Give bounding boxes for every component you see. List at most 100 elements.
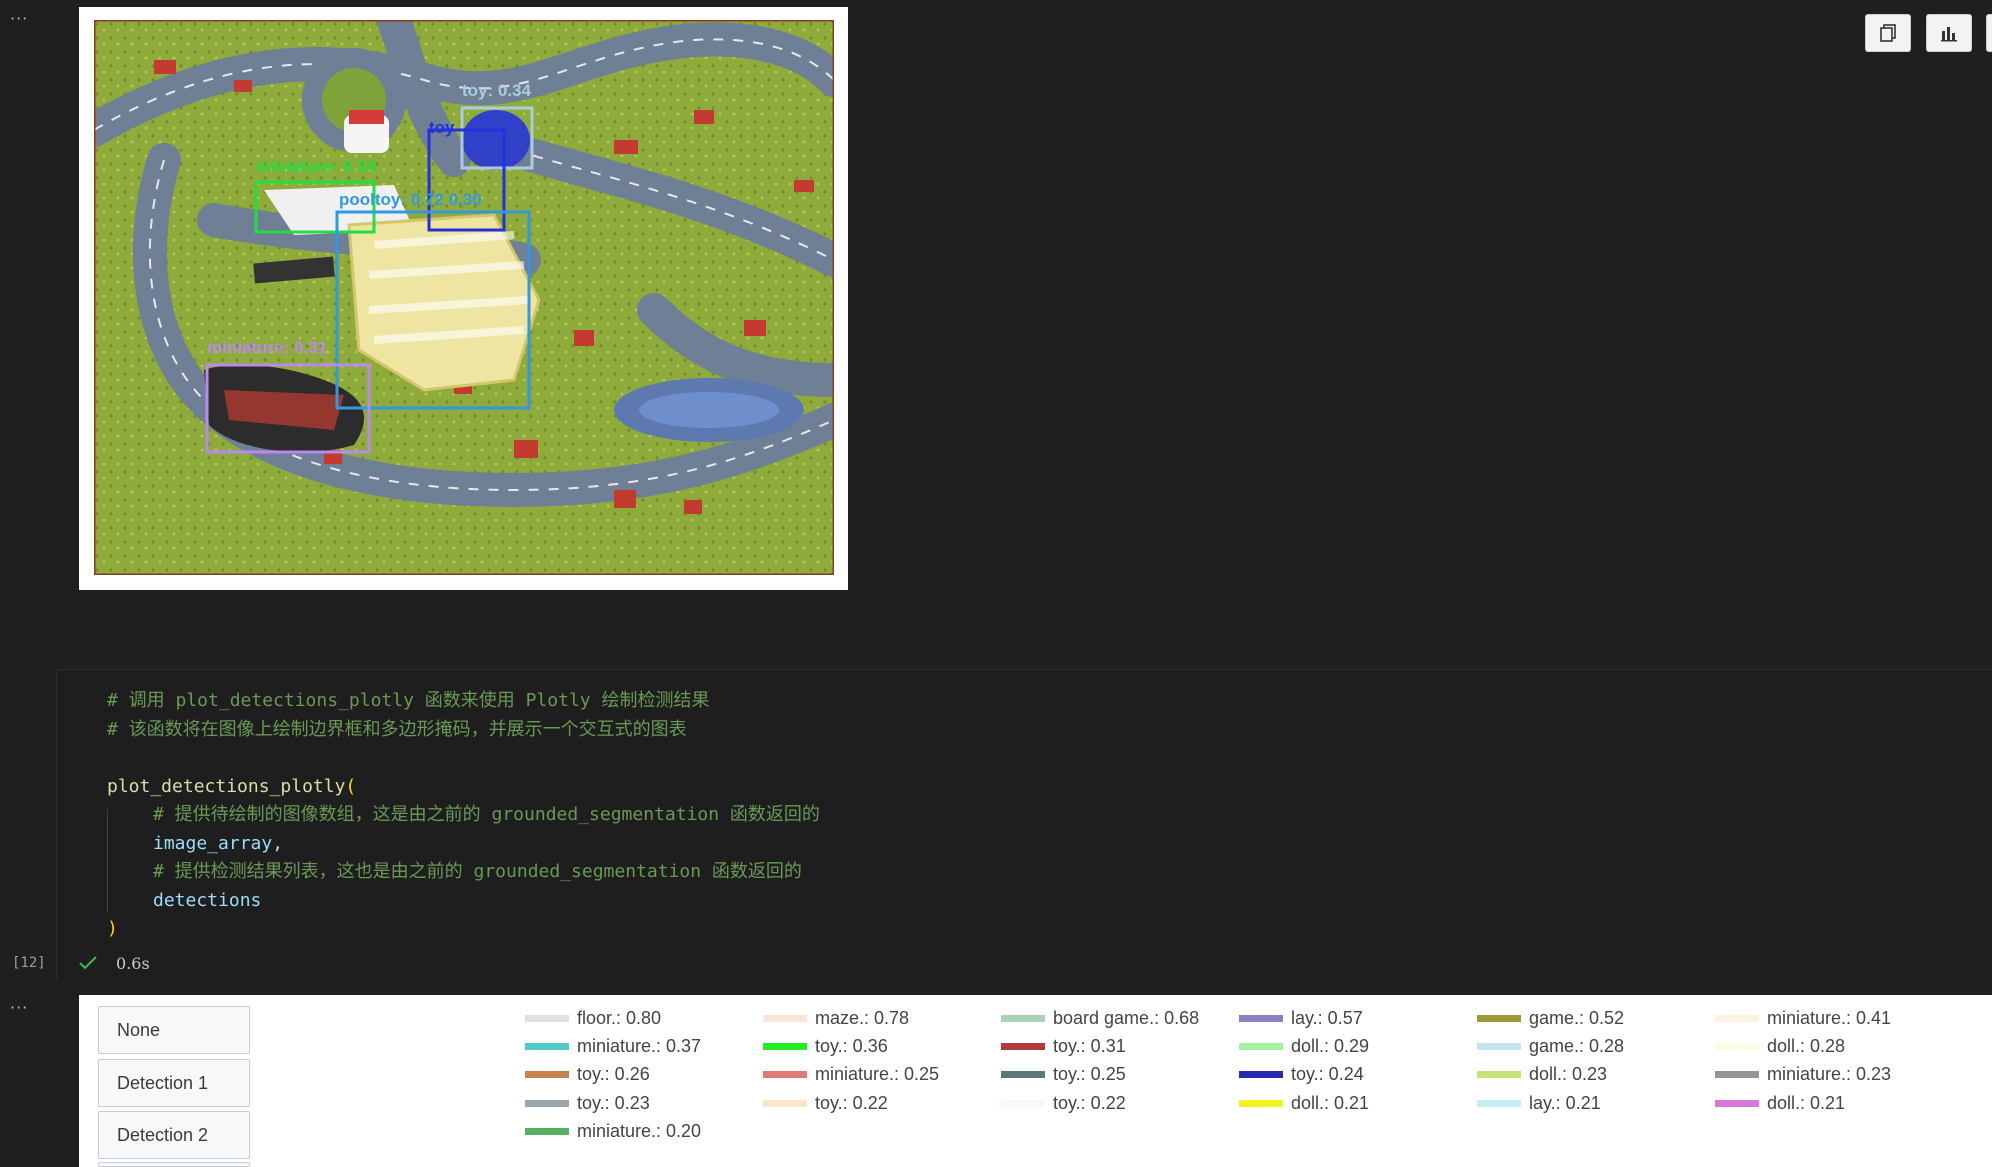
legend-swatch bbox=[763, 1099, 807, 1107]
legend-item[interactable]: miniature.: 0.41 bbox=[1715, 1007, 1891, 1029]
legend-label: toy.: 0.24 bbox=[1291, 1063, 1364, 1084]
arg-detections: detections bbox=[153, 890, 262, 911]
legend-label: doll.: 0.21 bbox=[1767, 1092, 1846, 1113]
svg-text:miniature: 0.31: miniature: 0.31 bbox=[207, 338, 327, 357]
svg-text:miniature: 0.34: miniature: 0.34 bbox=[256, 157, 377, 176]
legend-item[interactable]: doll.: 0.23 bbox=[1477, 1063, 1607, 1085]
svg-text:pooltoy: 0.72 0.30: pooltoy: 0.72 0.30 bbox=[339, 190, 482, 209]
legend-item[interactable]: miniature.: 0.20 bbox=[525, 1120, 701, 1142]
legend-label: board game.: 0.68 bbox=[1053, 1007, 1200, 1028]
legend-label: toy.: 0.31 bbox=[1053, 1035, 1126, 1056]
legend-item[interactable]: game.: 0.52 bbox=[1477, 1007, 1624, 1029]
chart-output-button[interactable] bbox=[1926, 14, 1972, 52]
legend-label: lay.: 0.21 bbox=[1529, 1092, 1601, 1113]
legend-label: miniature.: 0.25 bbox=[815, 1063, 940, 1084]
legend-swatch bbox=[1477, 1099, 1521, 1107]
legend-item[interactable]: toy.: 0.22 bbox=[763, 1092, 888, 1114]
detection-result-image: miniature: 0.34 toy: 0.34 toy miniature:… bbox=[94, 20, 834, 575]
legend-label: doll.: 0.29 bbox=[1291, 1035, 1370, 1056]
legend-swatch bbox=[763, 1042, 807, 1050]
legend-label: miniature.: 0.37 bbox=[577, 1035, 702, 1056]
legend-swatch bbox=[1001, 1070, 1045, 1078]
legend-item[interactable]: toy.: 0.23 bbox=[525, 1092, 650, 1114]
open-paren: ( bbox=[345, 776, 357, 797]
code-arg-line: image_array, bbox=[153, 832, 283, 856]
legend-swatch bbox=[1477, 1042, 1521, 1050]
legend-swatch bbox=[1239, 1099, 1283, 1107]
execution-time: 0.6s bbox=[116, 954, 150, 973]
legend-swatch bbox=[763, 1070, 807, 1078]
legend-swatch bbox=[1239, 1014, 1283, 1022]
legend-item[interactable]: doll.: 0.29 bbox=[1239, 1035, 1369, 1057]
legend-label: toy.: 0.36 bbox=[815, 1035, 888, 1056]
legend-item[interactable]: doll.: 0.21 bbox=[1239, 1092, 1369, 1114]
legend-item[interactable]: board game.: 0.68 bbox=[1001, 1007, 1199, 1029]
legend-swatch bbox=[1239, 1042, 1283, 1050]
plot-button-partial[interactable] bbox=[98, 1162, 250, 1167]
legend-item[interactable]: miniature.: 0.37 bbox=[525, 1035, 701, 1057]
legend-swatch bbox=[1001, 1099, 1045, 1107]
legend-swatch bbox=[525, 1099, 569, 1107]
comma: , bbox=[272, 833, 284, 854]
legend-label: doll.: 0.28 bbox=[1767, 1035, 1846, 1056]
legend-label: toy.: 0.26 bbox=[577, 1063, 650, 1084]
chart-icon bbox=[1941, 27, 1957, 42]
legend-swatch bbox=[1715, 1014, 1759, 1022]
legend-label: toy.: 0.22 bbox=[815, 1092, 888, 1113]
legend-swatch bbox=[525, 1042, 569, 1050]
legend-swatch bbox=[1715, 1042, 1759, 1050]
function-name: plot_detections_plotly bbox=[107, 776, 346, 797]
legend-label: miniature.: 0.41 bbox=[1767, 1007, 1892, 1028]
legend-label: toy.: 0.25 bbox=[1053, 1063, 1126, 1084]
check-icon bbox=[79, 956, 97, 970]
legend-item[interactable]: toy.: 0.26 bbox=[525, 1063, 650, 1085]
legend-item[interactable]: floor.: 0.80 bbox=[525, 1007, 661, 1029]
legend-label: maze.: 0.78 bbox=[815, 1007, 910, 1028]
close-paren: ) bbox=[107, 918, 118, 939]
legend-label: lay.: 0.57 bbox=[1291, 1007, 1363, 1028]
legend-swatch bbox=[525, 1014, 569, 1022]
indent-guide bbox=[107, 809, 108, 912]
legend-label: game.: 0.52 bbox=[1529, 1007, 1625, 1028]
code-arg-line: detections bbox=[153, 889, 261, 913]
legend-item[interactable]: miniature.: 0.25 bbox=[763, 1063, 939, 1085]
plot-button-detection-2[interactable]: Detection 2 bbox=[98, 1111, 250, 1159]
legend-item[interactable]: toy.: 0.22 bbox=[1001, 1092, 1126, 1114]
legend-swatch bbox=[525, 1127, 569, 1135]
legend-item[interactable]: lay.: 0.57 bbox=[1239, 1007, 1363, 1029]
legend-item[interactable]: toy.: 0.25 bbox=[1001, 1063, 1126, 1085]
legend-label: doll.: 0.23 bbox=[1529, 1063, 1608, 1084]
cell-more-icon[interactable]: ··· bbox=[10, 1000, 34, 1016]
legend-swatch bbox=[1239, 1070, 1283, 1078]
legend-swatch bbox=[1001, 1042, 1045, 1050]
legend-label: miniature.: 0.20 bbox=[577, 1120, 702, 1141]
legend-label: toy.: 0.22 bbox=[1053, 1092, 1126, 1113]
code-comment-line: # 提供检测结果列表，这也是由之前的 grounded_segmentation… bbox=[153, 861, 802, 882]
copy-icon bbox=[1880, 24, 1896, 42]
legend-item[interactable]: toy.: 0.31 bbox=[1001, 1035, 1126, 1057]
legend-item[interactable]: game.: 0.28 bbox=[1477, 1035, 1624, 1057]
legend-item[interactable]: doll.: 0.28 bbox=[1715, 1035, 1845, 1057]
code-comment-line: # 该函数将在图像上绘制边界框和多边形掩码，并展示一个交互式的图表 bbox=[107, 719, 687, 740]
legend-label: floor.: 0.80 bbox=[577, 1007, 662, 1028]
code-comment-line: # 提供待绘制的图像数组，这是由之前的 grounded_segmentatio… bbox=[153, 804, 820, 825]
legend-swatch bbox=[1001, 1014, 1045, 1022]
legend-swatch bbox=[1477, 1070, 1521, 1078]
legend-item[interactable]: toy.: 0.24 bbox=[1239, 1063, 1364, 1085]
copy-output-button[interactable] bbox=[1865, 14, 1911, 52]
more-output-button[interactable] bbox=[1986, 14, 1992, 52]
legend-swatch bbox=[763, 1014, 807, 1022]
legend-item[interactable]: miniature.: 0.23 bbox=[1715, 1063, 1891, 1085]
legend-label: game.: 0.28 bbox=[1529, 1035, 1625, 1056]
legend-item[interactable]: lay.: 0.21 bbox=[1477, 1092, 1601, 1114]
legend-item[interactable]: doll.: 0.21 bbox=[1715, 1092, 1845, 1114]
cell-more-icon[interactable]: ··· bbox=[10, 11, 34, 27]
plot-button-none[interactable]: None bbox=[98, 1006, 250, 1054]
plot-button-detection-1[interactable]: Detection 1 bbox=[98, 1059, 250, 1107]
legend-item[interactable]: maze.: 0.78 bbox=[763, 1007, 909, 1029]
legend-item[interactable]: toy.: 0.36 bbox=[763, 1035, 888, 1057]
svg-text:toy: toy bbox=[429, 118, 455, 137]
arg-image-array: image_array bbox=[153, 833, 273, 854]
legend-swatch bbox=[1715, 1099, 1759, 1107]
legend-swatch bbox=[1715, 1070, 1759, 1078]
